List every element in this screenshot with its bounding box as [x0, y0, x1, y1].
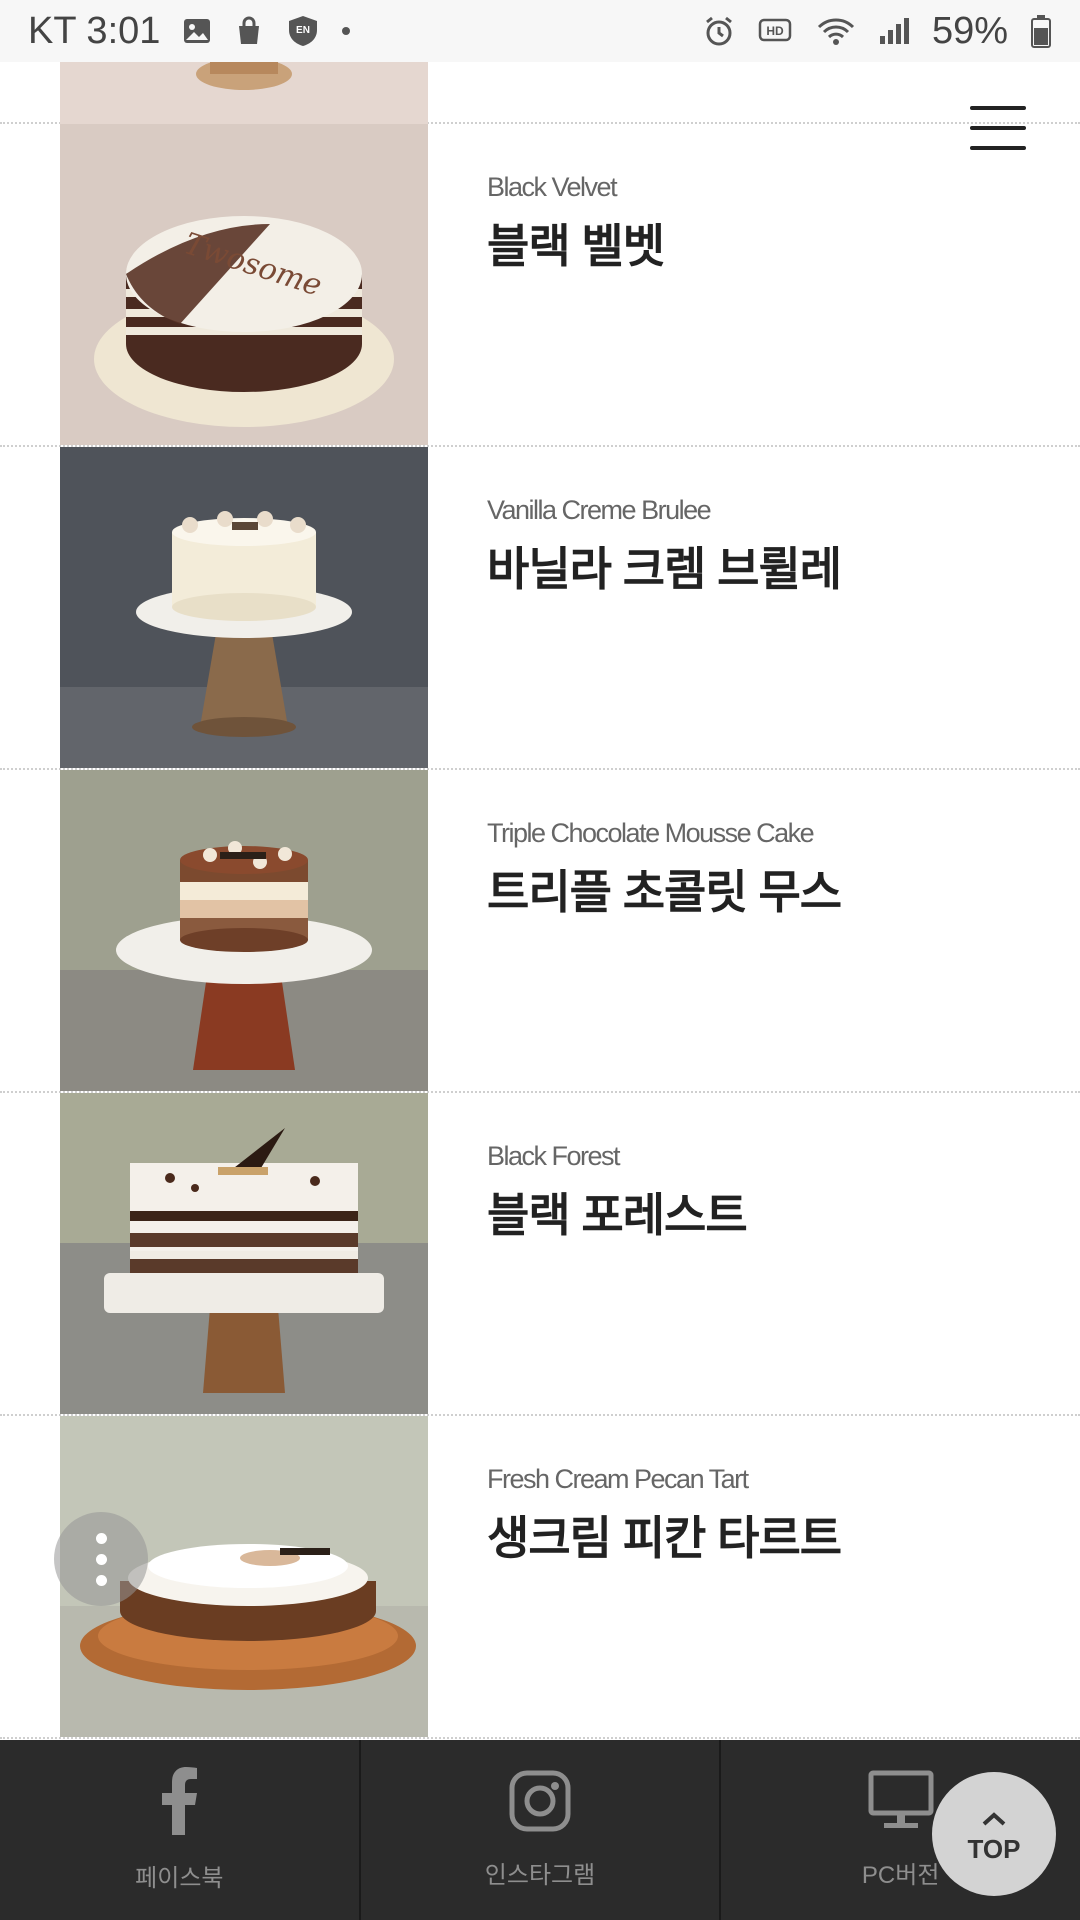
list-item[interactable]: Vanilla Creme Brulee 바닐라 크렘 브륄레 [0, 447, 1080, 770]
product-name-ko: 블랙 벨벳 [487, 220, 665, 272]
svg-text:EN: EN [296, 25, 310, 36]
scroll-top-button[interactable]: TOP [932, 1772, 1056, 1896]
hd-icon: HD [758, 16, 794, 46]
product-image-vanilla-creme-brulee [60, 447, 428, 768]
facebook-icon [159, 1767, 199, 1842]
footer-facebook-link[interactable]: 페이스북 [0, 1740, 361, 1920]
footer-bar: 페이스북 인스타그램 PC버전 [0, 1740, 1080, 1920]
footer-label: 인스타그램 [484, 1862, 596, 1889]
hamburger-icon [970, 106, 1026, 110]
chevron-up-icon [981, 1803, 1007, 1834]
product-name-en: Black Velvet [487, 172, 618, 202]
list-item-partial[interactable] [0, 62, 1080, 124]
footer-label: PC버전 [861, 1862, 940, 1889]
product-name-ko: 생크림 피칸 타르트 [487, 1512, 842, 1564]
footer-label: 페이스북 [135, 1865, 224, 1892]
vpn-shield-icon: EN [286, 14, 320, 48]
product-name-en: Triple Chocolate Mousse Cake [487, 818, 815, 848]
monitor-icon [868, 1770, 934, 1839]
product-image-partial [60, 62, 428, 124]
product-name-ko: 바닐라 크렘 브륄레 [487, 543, 842, 595]
notification-dot-icon [342, 27, 351, 35]
shopping-bag-icon [234, 16, 264, 46]
more-options-button[interactable] [54, 1512, 148, 1606]
list-item[interactable]: Twosome Black Velvet 블랙 벨벳 [0, 124, 1080, 447]
battery-icon [1030, 14, 1052, 48]
list-item[interactable]: Black Forest 블랙 포레스트 [0, 1093, 1080, 1416]
product-image-black-forest [60, 1093, 428, 1414]
list-item[interactable]: Fresh Cream Pecan Tart 생크림 피칸 타르트 [0, 1416, 1080, 1739]
product-image-triple-chocolate-mousse [60, 770, 428, 1091]
svg-text:HD: HD [766, 24, 784, 38]
top-label: TOP [967, 1834, 1021, 1864]
product-list: Twosome Black Velvet 블랙 벨벳 Vanilla Creme… [0, 62, 1080, 1739]
product-image-black-velvet: Twosome [60, 124, 428, 445]
more-vertical-icon [95, 1532, 107, 1544]
instagram-icon [509, 1770, 571, 1839]
menu-button[interactable] [970, 106, 1026, 150]
product-name-ko: 트리플 초콜릿 무스 [487, 866, 842, 918]
product-name-en: Black Forest [487, 1141, 621, 1171]
status-bar: KT 3:01 EN HD 59% [0, 0, 1080, 62]
product-name-en: Fresh Cream Pecan Tart [487, 1464, 749, 1494]
carrier-time: KT 3:01 [28, 9, 161, 52]
signal-icon [878, 16, 910, 46]
product-name-en: Vanilla Creme Brulee [487, 495, 712, 525]
product-name-ko: 블랙 포레스트 [487, 1189, 748, 1241]
gallery-icon [182, 16, 212, 46]
wifi-icon [816, 15, 856, 47]
list-item[interactable]: Triple Chocolate Mousse Cake 트리플 초콜릿 무스 [0, 770, 1080, 1093]
alarm-icon [702, 14, 736, 48]
footer-instagram-link[interactable]: 인스타그램 [361, 1740, 722, 1920]
battery-percent: 59% [931, 9, 1008, 52]
